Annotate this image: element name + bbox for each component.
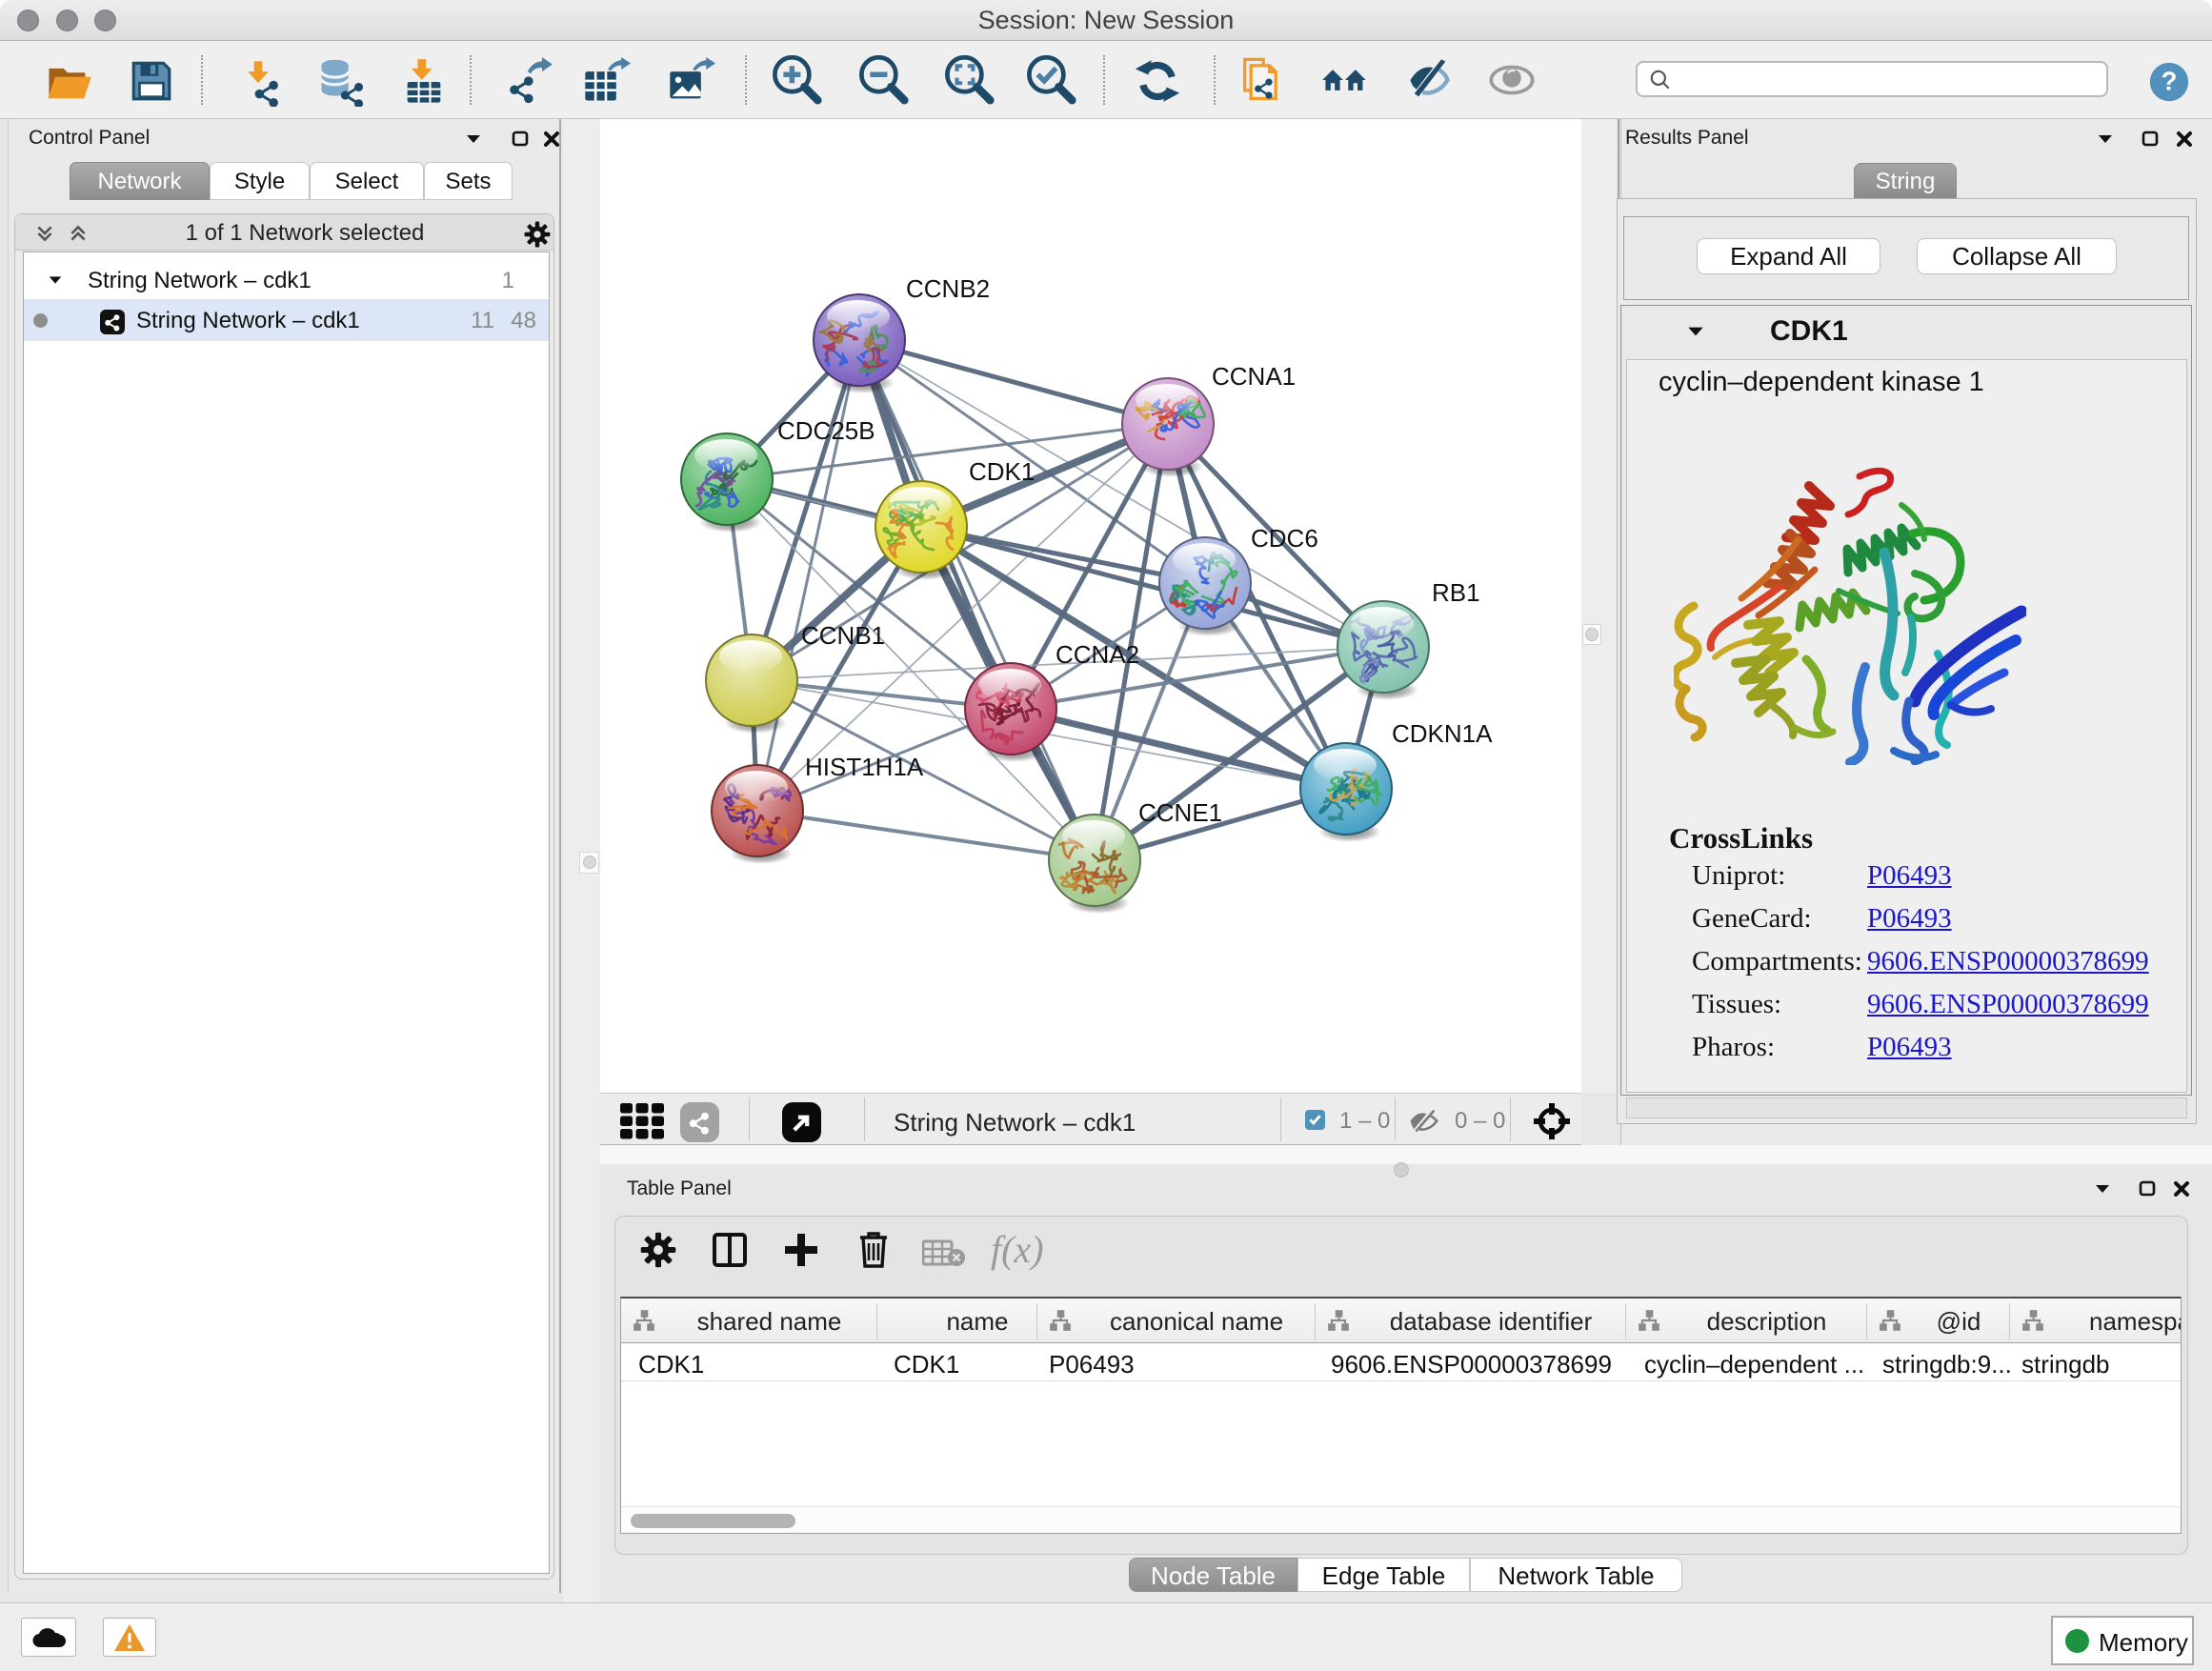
svg-text:RB1: RB1 xyxy=(1432,578,1480,607)
svg-text:CDC6: CDC6 xyxy=(1251,524,1318,553)
svg-text:CDC25B: CDC25B xyxy=(777,416,875,445)
svg-text:CCNA2: CCNA2 xyxy=(1056,640,1139,669)
svg-text:CCNE1: CCNE1 xyxy=(1138,798,1222,827)
svg-text:CDK1: CDK1 xyxy=(969,457,1035,486)
svg-text:CCNA1: CCNA1 xyxy=(1212,362,1296,391)
svg-text:HIST1H1A: HIST1H1A xyxy=(805,753,924,781)
svg-text:?: ? xyxy=(2162,66,2178,95)
svg-text:CCNB1: CCNB1 xyxy=(801,621,885,650)
svg-text:CCNB2: CCNB2 xyxy=(906,274,990,303)
svg-text:CDKN1A: CDKN1A xyxy=(1392,719,1493,748)
